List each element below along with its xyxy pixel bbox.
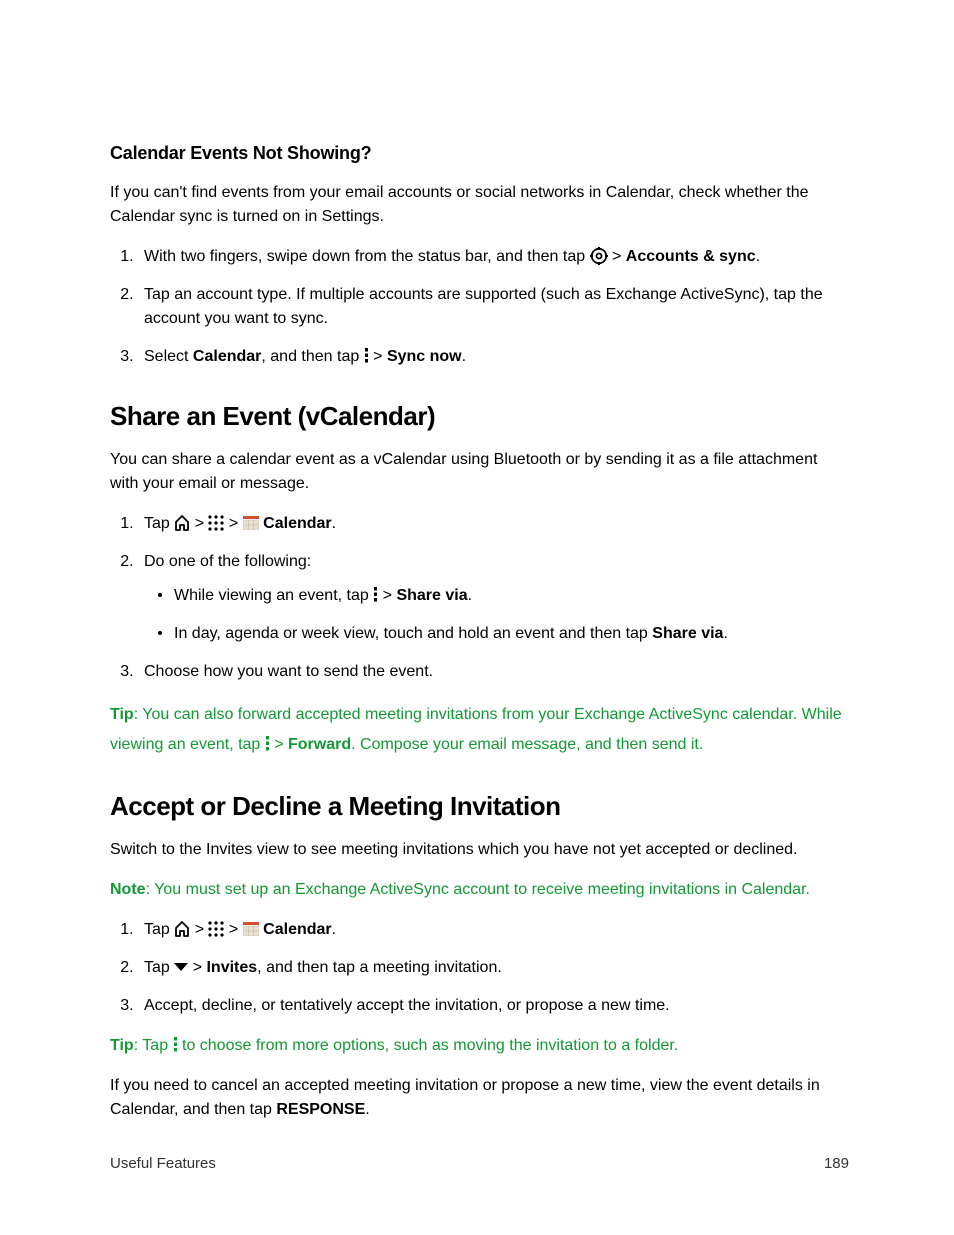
section-accept-decline: Accept or Decline a Meeting Invitation S… [110, 787, 849, 1122]
calendar-icon [243, 922, 259, 936]
tip-paragraph: Tip: Tap to choose from more options, su… [110, 1034, 849, 1058]
page-number: 189 [824, 1153, 849, 1176]
steps-list: Tap > > Calendar. Do one of the followin… [110, 512, 849, 684]
home-icon [174, 515, 190, 531]
step-1: Tap > > Calendar. [138, 918, 849, 942]
steps-list: With two fingers, swipe down from the st… [110, 245, 849, 369]
step-3: Choose how you want to send the event. [138, 660, 849, 684]
heading-events-not-showing: Calendar Events Not Showing? [110, 140, 849, 167]
home-icon [174, 921, 190, 937]
intro-paragraph: You can share a calendar event as a vCal… [110, 448, 849, 496]
step-3: Accept, decline, or tentatively accept t… [138, 994, 849, 1018]
footer-section-title: Useful Features [110, 1153, 216, 1176]
step-1: Tap > > Calendar. [138, 512, 849, 536]
page-footer: Useful Features 189 [110, 1153, 849, 1176]
intro-paragraph: Switch to the Invites view to see meetin… [110, 838, 849, 862]
outro-paragraph: If you need to cancel an accepted meetin… [110, 1074, 849, 1122]
dropdown-icon [174, 963, 188, 971]
calendar-icon [243, 516, 259, 530]
overflow-icon [373, 587, 378, 602]
bullet-2: In day, agenda or week view, touch and h… [174, 622, 849, 646]
step-2: Tap > Invites, and then tap a meeting in… [138, 956, 849, 980]
section-calendar-events-not-showing: Calendar Events Not Showing? If you can'… [110, 140, 849, 369]
sub-bullets: While viewing an event, tap > Share via.… [144, 584, 849, 646]
overflow-icon [173, 1037, 178, 1052]
section-share-event: Share an Event (vCalendar) You can share… [110, 397, 849, 759]
step-1: With two fingers, swipe down from the st… [138, 245, 849, 269]
steps-list: Tap > > Calendar. Tap > Invites, and the… [110, 918, 849, 1018]
bullet-1: While viewing an event, tap > Share via. [174, 584, 849, 608]
step-2: Tap an account type. If multiple account… [138, 283, 849, 331]
overflow-icon [364, 348, 369, 363]
tip-paragraph: Tip: You can also forward accepted meeti… [110, 700, 849, 759]
apps-icon [208, 921, 224, 937]
apps-icon [208, 515, 224, 531]
gear-icon [590, 247, 608, 265]
step-3: Select Calendar, and then tap > Sync now… [138, 345, 849, 369]
overflow-icon [265, 736, 270, 751]
heading-share-event: Share an Event (vCalendar) [110, 397, 849, 436]
document-page: Calendar Events Not Showing? If you can'… [0, 0, 954, 1122]
intro-paragraph: If you can't find events from your email… [110, 181, 849, 229]
step-2: Do one of the following: While viewing a… [138, 550, 849, 646]
note-paragraph: Note: You must set up an Exchange Active… [110, 878, 849, 902]
heading-accept-decline: Accept or Decline a Meeting Invitation [110, 787, 849, 826]
